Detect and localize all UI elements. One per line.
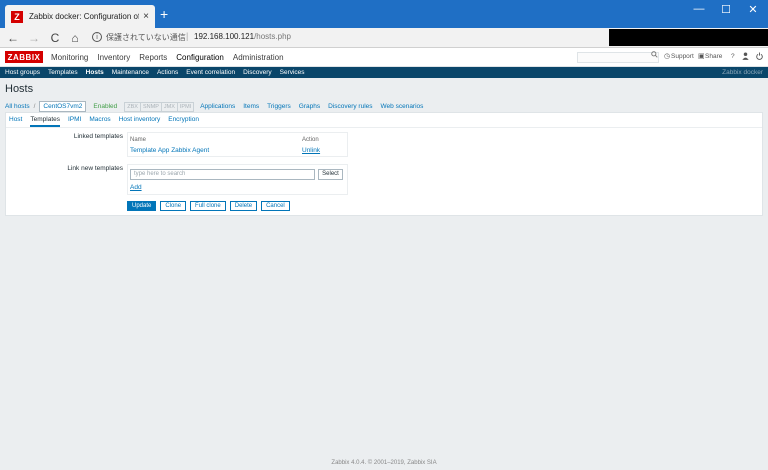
submenu-maintenance[interactable]: Maintenance (112, 69, 149, 76)
availability-zbx: ZBX (124, 101, 141, 112)
submenu-event-correlation[interactable]: Event correlation (186, 69, 235, 76)
linked-templates-table: Name Action Template App Zabbix Agent Un… (127, 132, 348, 157)
minimize-button[interactable]: — (689, 3, 709, 15)
site-info-icon[interactable]: i (92, 32, 102, 42)
breadcrumb-separator: / (33, 103, 36, 110)
submenu-hosts[interactable]: Hosts (86, 69, 104, 76)
update-button[interactable]: Update (127, 201, 157, 211)
submenu-host-groups[interactable]: Host groups (5, 69, 40, 76)
support-icon: ◷ (664, 53, 671, 60)
menu-reports[interactable]: Reports (139, 53, 167, 62)
host-form-panel: Host Templates IPMI Macros Host inventor… (5, 112, 763, 216)
menu-administration[interactable]: Administration (233, 53, 284, 62)
column-header-name: Name (130, 137, 147, 143)
submenu-discovery[interactable]: Discovery (243, 69, 272, 76)
url-separator: | (186, 31, 189, 41)
link-triggers[interactable]: Triggers (267, 103, 291, 110)
link-new-templates-label: Link new templates (67, 165, 123, 172)
home-button[interactable]: ⌂ (68, 30, 82, 46)
availability-snmp: SNMP (139, 101, 162, 112)
unlink-link[interactable]: Unlink (302, 147, 320, 154)
tab-close-icon[interactable]: × (143, 11, 149, 22)
tab-encryption[interactable]: Encryption (168, 116, 199, 127)
select-button[interactable]: Select (318, 169, 343, 180)
linked-templates-label: Linked templates (73, 133, 123, 140)
page-title: Hosts (5, 83, 34, 95)
delete-button[interactable]: Delete (229, 201, 258, 211)
new-tab-button[interactable]: + (160, 7, 168, 21)
browser-tabbar: Z Zabbix docker: Configuration of × + — … (0, 0, 768, 28)
tab-title: Zabbix docker: Configuration of (29, 12, 140, 21)
help-icon[interactable]: ? (731, 53, 735, 60)
menu-monitoring[interactable]: Monitoring (51, 53, 88, 62)
url-field[interactable]: 192.168.100.121/hosts.php (194, 32, 291, 41)
tab-ipmi[interactable]: IPMI (68, 116, 81, 127)
tab-macros[interactable]: Macros (89, 116, 110, 127)
zabbix-logo[interactable]: ZABBIX (5, 51, 43, 63)
submenu-actions[interactable]: Actions (157, 69, 178, 76)
tabs-divider (6, 127, 762, 128)
power-icon[interactable] (756, 52, 763, 62)
menu-configuration[interactable]: Configuration (176, 53, 224, 62)
submenu-templates[interactable]: Templates (48, 69, 78, 76)
link-items[interactable]: Items (243, 103, 259, 110)
submenu-services[interactable]: Services (280, 69, 305, 76)
menu-inventory[interactable]: Inventory (97, 53, 130, 62)
search-icon[interactable] (651, 51, 658, 60)
form-buttons: Update Clone Full clone Delete Cancel (127, 201, 290, 211)
cancel-button[interactable]: Cancel (261, 201, 290, 211)
breadcrumb: All hosts / CentOS7vm2 Enabled ZBX SNMP … (5, 101, 423, 112)
redacted-area (609, 29, 768, 46)
global-search-input[interactable] (577, 52, 659, 63)
column-header-action: Action (302, 137, 319, 143)
full-clone-button[interactable]: Full clone (190, 201, 226, 211)
support-link[interactable]: Support (671, 53, 694, 60)
forward-button[interactable]: → (27, 30, 41, 46)
security-status: 保護されていない通信 (106, 33, 186, 42)
sub-menu: Host groups Templates Hosts Maintenance … (0, 67, 768, 78)
availability-jmx: JMX (160, 101, 178, 112)
maximize-button[interactable]: ☐ (716, 3, 736, 16)
tab-host-inventory[interactable]: Host inventory (119, 116, 161, 127)
zabbix-header: ZABBIX Monitoring Inventory Reports Conf… (0, 48, 768, 67)
server-name: Zabbix docker (722, 69, 763, 76)
add-link[interactable]: Add (130, 184, 142, 191)
window-close-button[interactable]: ✕ (743, 3, 763, 16)
url-path: /hosts.php (254, 32, 291, 41)
page-footer: Zabbix 4.0.4. © 2001–2019, Zabbix SIA (331, 460, 437, 466)
top-menu: Monitoring Inventory Reports Configurati… (51, 53, 284, 62)
breadcrumb-host[interactable]: CentOS7vm2 (39, 101, 87, 112)
link-applications[interactable]: Applications (200, 103, 235, 110)
breadcrumb-all-hosts[interactable]: All hosts (5, 103, 30, 110)
availability-ipmi: IPMI (176, 101, 195, 112)
clone-button[interactable]: Clone (160, 201, 187, 211)
tab-templates[interactable]: Templates (30, 116, 60, 127)
linked-template-link[interactable]: Template App Zabbix Agent (130, 147, 209, 154)
zabbix-favicon-icon: Z (11, 10, 23, 23)
link-graphs[interactable]: Graphs (299, 103, 320, 110)
link-new-templates-box: type here to search Select Add (127, 164, 348, 195)
share-link[interactable]: Share (705, 53, 722, 60)
link-web-scenarios[interactable]: Web scenarios (381, 103, 424, 110)
tab-host[interactable]: Host (9, 116, 22, 127)
form-tabs: Host Templates IPMI Macros Host inventor… (9, 116, 199, 127)
status-badge[interactable]: Enabled (93, 103, 117, 110)
availability-indicators: ZBX SNMP JMX IPMI (124, 101, 195, 112)
share-icon: ▣ (698, 53, 705, 60)
reload-button[interactable]: C (48, 30, 62, 46)
link-discovery-rules[interactable]: Discovery rules (328, 103, 372, 110)
template-search-input[interactable]: type here to search (130, 169, 315, 180)
back-button[interactable]: ← (6, 30, 20, 46)
url-host: 192.168.100.121 (194, 32, 255, 41)
user-icon[interactable] (742, 52, 749, 62)
browser-tab[interactable]: Z Zabbix docker: Configuration of × (5, 5, 155, 28)
